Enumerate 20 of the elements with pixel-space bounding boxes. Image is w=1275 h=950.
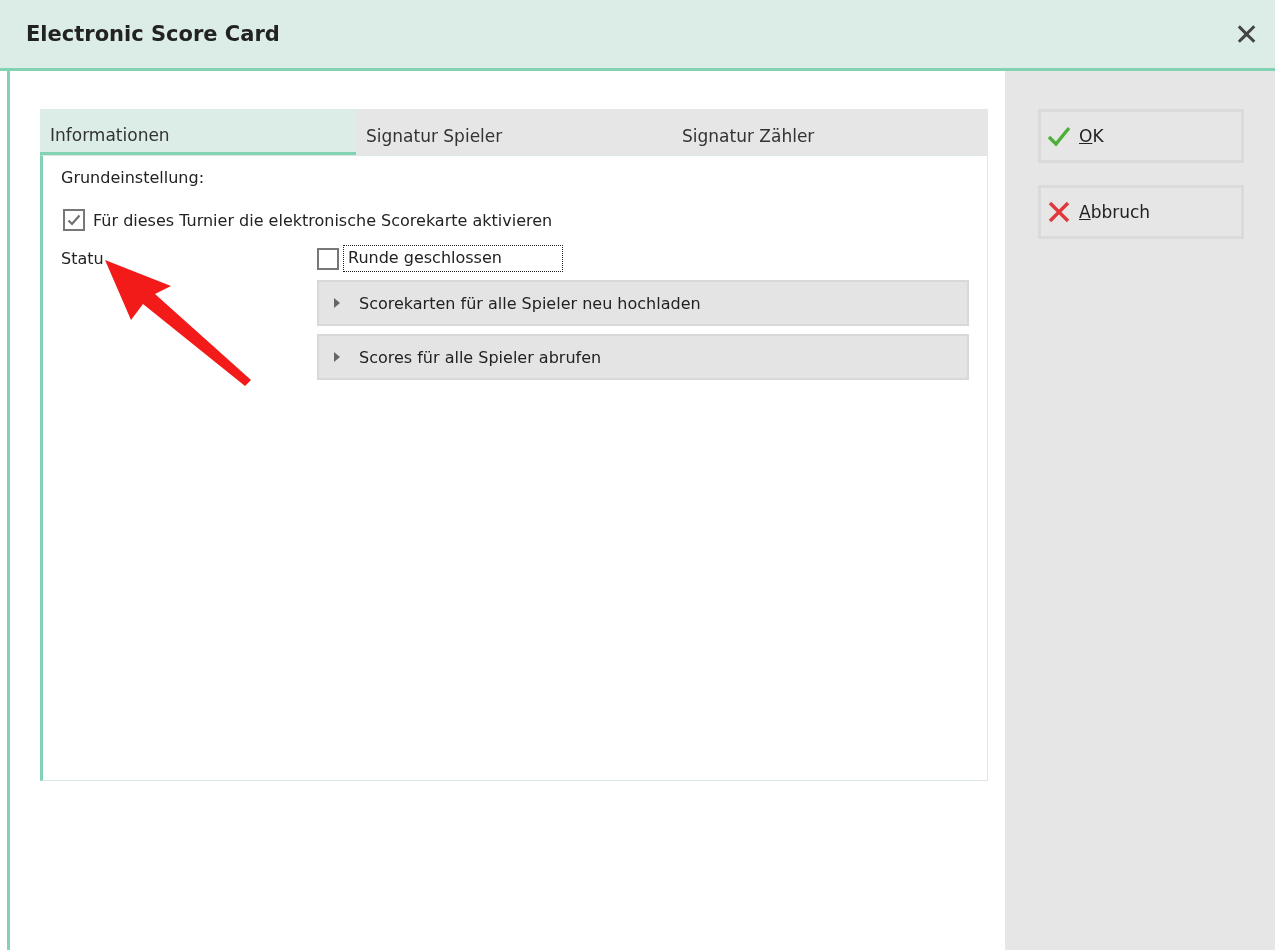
close-icon xyxy=(1047,200,1071,224)
section-label: Grundeinstellung: xyxy=(61,168,205,187)
checkmark-icon xyxy=(1047,124,1071,148)
checkmark-icon xyxy=(66,212,82,228)
status-label: Statu xyxy=(61,249,104,268)
tab[interactable]: Informationen xyxy=(40,109,356,155)
tab[interactable]: Signatur Spieler xyxy=(356,109,672,155)
expand-button[interactable]: Scores für alle Spieler abrufen xyxy=(317,334,969,380)
checkbox-label: Runde geschlossen xyxy=(343,245,563,272)
window-title: Electronic Score Card xyxy=(26,22,280,46)
dialog-button[interactable]: Abbruch xyxy=(1038,185,1244,239)
tab[interactable]: Signatur Zähler xyxy=(672,109,988,155)
checkbox[interactable] xyxy=(63,209,85,231)
triangle-icon xyxy=(333,297,341,309)
expand-button[interactable]: Scorekarten für alle Spieler neu hochladen xyxy=(317,280,969,326)
checkbox[interactable] xyxy=(317,247,339,270)
checkbox-label: Für dieses Turnier die elektronische Scorekarte aktivieren xyxy=(93,210,553,230)
dialog-button[interactable]: OK xyxy=(1038,109,1244,163)
triangle-icon xyxy=(333,351,341,363)
close-button[interactable]: ✕ xyxy=(1234,16,1259,52)
